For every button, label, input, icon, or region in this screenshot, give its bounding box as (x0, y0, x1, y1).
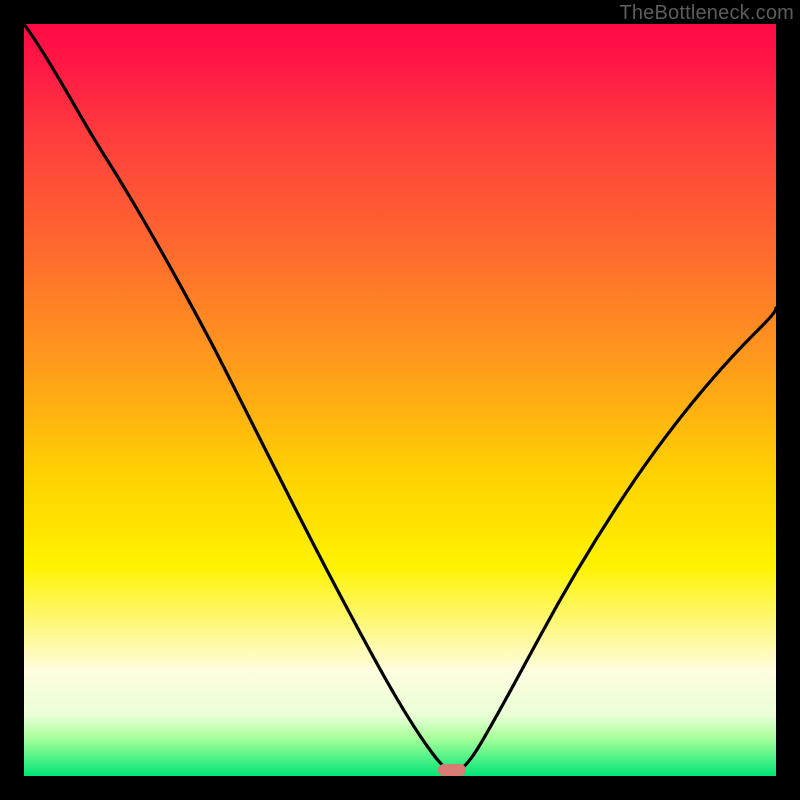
chart-frame: TheBottleneck.com (0, 0, 800, 800)
plot-area (24, 24, 776, 776)
curve-path (24, 24, 776, 772)
bottleneck-curve (24, 24, 776, 776)
optimal-marker (438, 764, 466, 776)
watermark-text: TheBottleneck.com (619, 2, 794, 25)
